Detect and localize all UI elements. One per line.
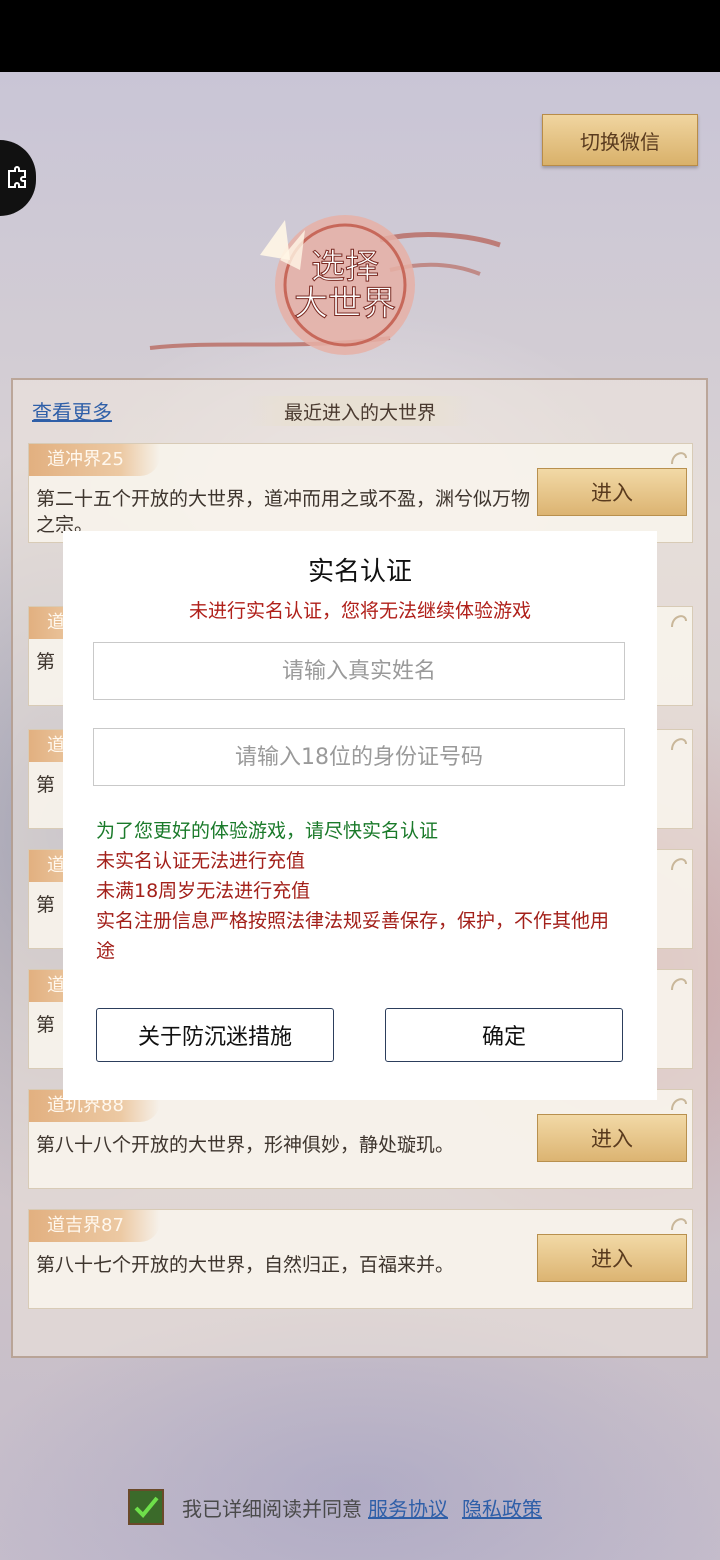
- corner-swirl-icon: [671, 978, 687, 991]
- world-card: 道吉界87 第八十七个开放的大世界，自然归正，百福来并。 进入: [28, 1209, 693, 1309]
- agree-checkbox[interactable]: [128, 1489, 164, 1525]
- enter-world-button[interactable]: 进入: [537, 468, 687, 516]
- real-name-auth-dialog: 实名认证 未进行实名认证，您将无法继续体验游戏 为了您更好的体验游戏，请尽快实名…: [63, 531, 657, 1100]
- note-encourage: 为了您更好的体验游戏，请尽快实名认证: [96, 820, 439, 842]
- puzzle-icon: [8, 166, 26, 188]
- corner-swirl-icon: [671, 738, 687, 751]
- note-under-18: 未满18周岁无法进行充值: [96, 880, 311, 902]
- recent-worlds-title: 最近进入的大世界: [246, 396, 474, 426]
- dialog-title: 实名认证: [307, 557, 412, 587]
- auth-notes: 为了您更好的体验游戏，请尽快实名认证 未实名认证无法进行充值 未满18周岁无法进…: [96, 816, 626, 966]
- enter-world-button[interactable]: 进入: [537, 1234, 687, 1282]
- anti-addiction-button[interactable]: 关于防沉迷措施: [96, 1008, 334, 1062]
- corner-swirl-icon: [671, 1218, 687, 1231]
- corner-swirl-icon: [671, 858, 687, 871]
- privacy-policy-link[interactable]: 隐私政策: [462, 1493, 542, 1522]
- real-name-input[interactable]: [93, 642, 625, 700]
- logo-line1: 选择: [311, 247, 379, 287]
- note-no-recharge: 未实名认证无法进行充值: [96, 850, 306, 872]
- service-agreement-link[interactable]: 服务协议: [368, 1493, 448, 1522]
- world-name-tag: 道冲界25: [29, 444, 160, 476]
- agreement-row: 我已详细阅读并同意 服务协议 隐私政策: [128, 1488, 542, 1526]
- world-description: 第八十八个开放的大世界，形神俱妙，静处璇玑。: [36, 1134, 455, 1156]
- id-number-input[interactable]: [93, 728, 625, 786]
- view-more-link[interactable]: 查看更多: [32, 396, 112, 425]
- note-privacy: 实名注册信息严格按照法律法规妥善保存，保护，不作其他用途: [96, 910, 610, 962]
- select-world-logo: 选择 大世界: [149, 215, 501, 355]
- status-bar: [0, 0, 720, 72]
- check-icon: [134, 1496, 159, 1518]
- switch-wechat-button[interactable]: 切换微信: [542, 114, 698, 166]
- corner-swirl-icon: [671, 615, 687, 628]
- confirm-button[interactable]: 确定: [385, 1008, 623, 1062]
- logo-line2: 大世界: [294, 284, 396, 324]
- enter-world-button[interactable]: 进入: [537, 1114, 687, 1162]
- agree-text: 我已详细阅读并同意: [182, 1496, 362, 1521]
- corner-swirl-icon: [671, 1098, 687, 1111]
- world-card: 道冲界25 第二十五个开放的大世界，道冲而用之或不盈，渊兮似万物之宗。 进入: [28, 443, 693, 543]
- dialog-warning: 未进行实名认证，您将无法继续体验游戏: [188, 600, 531, 622]
- world-description: 第八十七个开放的大世界，自然归正，百福来并。: [36, 1254, 455, 1276]
- world-card: 道玑界88 第八十八个开放的大世界，形神俱妙，静处璇玑。 进入: [28, 1089, 693, 1189]
- corner-swirl-icon: [671, 452, 687, 465]
- world-name-tag: 道吉界87: [29, 1210, 160, 1242]
